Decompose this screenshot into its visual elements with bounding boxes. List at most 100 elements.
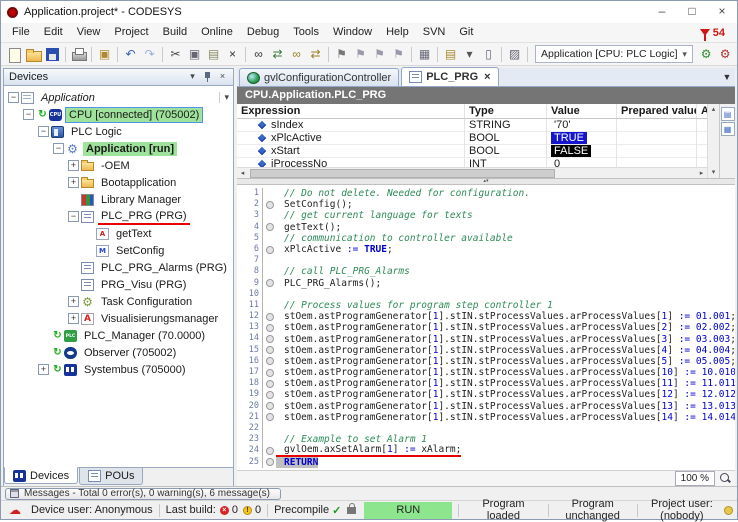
code-line[interactable]: 1// Do not delete. Needed for configurat… [237,188,735,199]
expander-icon[interactable]: − [68,211,79,222]
tree-item[interactable]: ↻PLC_Manager (70.0000) [4,327,233,344]
notification-flag[interactable]: 54 [700,27,733,39]
code-line[interactable]: 10 [237,289,735,300]
code-line[interactable]: 18stOem.astProgramGenerator[1].stIN.stPr… [237,378,735,389]
batch-button[interactable]: ▨ [505,45,524,64]
watch-row[interactable]: xPlcActiveBOOLTRUE [237,132,707,145]
cut-button[interactable]: ✂ [166,45,185,64]
code-text[interactable]: getText(); [276,222,341,233]
scroll-right-icon[interactable]: ▸ [696,168,707,179]
minimize-button[interactable]: – [647,1,677,23]
code-line[interactable]: 5// communication to controller availabl… [237,233,735,244]
menu-edit[interactable]: Edit [37,23,70,42]
code-text[interactable] [276,423,290,434]
tree-item[interactable]: +Task Configuration [4,293,233,310]
bookmark-toggle-button[interactable]: ⚑ [332,45,351,64]
code-line[interactable]: 15stOem.astProgramGenerator[1].stIN.stPr… [237,345,735,356]
breakpoint-marker[interactable] [263,412,276,423]
save-project-button[interactable] [43,45,62,64]
code-text[interactable]: stOem.astProgramGenerator[1].stIN.stProc… [276,367,735,378]
paste-button[interactable]: ▤ [204,45,223,64]
svn-copy-button[interactable]: ▣ [95,45,114,64]
tree-item[interactable]: +Bootapplication [4,174,233,191]
code-line[interactable]: 25RETURN [237,457,735,468]
panel-tab-devices[interactable]: Devices [4,467,78,484]
code-text[interactable]: SetConfig(); [276,199,353,210]
expander-icon[interactable]: − [38,126,49,137]
maximize-button[interactable]: □ [677,1,707,23]
prepared-value-cell[interactable] [617,145,697,158]
code-line[interactable]: 22 [237,423,735,434]
tree-item[interactable]: −Application [run] [4,140,233,157]
expander-icon[interactable]: − [8,92,19,103]
tab-PLC_PRG[interactable]: PLC_PRG× [401,67,498,86]
build-button[interactable]: ▦ [415,45,434,64]
find-button[interactable]: ∞ [249,45,268,64]
code-line[interactable]: 4getText(); [237,222,735,233]
breakpoint-marker[interactable] [263,345,276,356]
breakpoint-marker[interactable] [263,322,276,333]
code-text[interactable]: // call PLC_PRG_Alarms [276,266,410,277]
start-button[interactable]: ▶ [735,45,737,64]
copy-button[interactable]: ▣ [185,45,204,64]
code-text[interactable]: stOem.astProgramGenerator[1].stIN.stProc… [276,345,735,356]
print-button[interactable] [69,45,88,64]
code-text[interactable]: // Process values for program step contr… [276,300,553,311]
breakpoint-marker[interactable] [263,244,276,255]
breakpoint-marker[interactable] [263,445,276,456]
breakpoint-marker[interactable] [263,367,276,378]
bookmark-next-button[interactable]: ⚑ [351,45,370,64]
project-settings-button[interactable]: ▯ [479,45,498,64]
code-line[interactable]: 20stOem.astProgramGenerator[1].stIN.stPr… [237,401,735,412]
code-text[interactable]: stOem.astProgramGenerator[1].stIN.stProc… [276,412,735,423]
code-text[interactable]: stOem.astProgramGenerator[1].stIN.stProc… [276,401,735,412]
code-line[interactable]: 17stOem.astProgramGenerator[1].stIN.stPr… [237,367,735,378]
code-line[interactable]: 11// Process values for program step con… [237,300,735,311]
breakpoint-marker[interactable] [263,389,276,400]
delete-button[interactable]: × [223,45,242,64]
code-line[interactable]: 2SetConfig(); [237,199,735,210]
code-text[interactable]: // Do not delete. Needed for configurati… [276,188,530,199]
code-text[interactable]: stOem.astProgramGenerator[1].stIN.stProc… [276,389,735,400]
code-text[interactable]: stOem.astProgramGenerator[1].stIN.stProc… [276,378,735,389]
expander-icon[interactable]: − [23,109,34,120]
code-line[interactable]: 13stOem.astProgramGenerator[1].stIN.stPr… [237,322,735,333]
watch-row[interactable]: sIndexSTRING'70' [237,119,707,132]
tree-item[interactable]: PRG_Visu (PRG) [4,276,233,293]
code-line[interactable]: 6xPlcActive := TRUE; [237,244,735,255]
expander-icon[interactable]: + [68,177,79,188]
code-text[interactable] [276,289,290,300]
menu-build[interactable]: Build [156,23,194,42]
code-text[interactable]: stOem.astProgramGenerator[1].stIN.stProc… [276,334,735,345]
column-header[interactable]: Value [547,104,617,118]
code-line[interactable]: 12stOem.astProgramGenerator[1].stIN.stPr… [237,311,735,322]
code-text[interactable]: stOem.astProgramGenerator[1].stIN.stProc… [276,311,735,322]
menu-project[interactable]: Project [107,23,155,42]
code-line[interactable]: 24gvlOem.axSetAlarm[1] := xAlarm; [237,445,735,456]
breakpoint-marker[interactable] [263,356,276,367]
expander-icon[interactable]: + [38,364,49,375]
chevron-down-icon[interactable]: ▾ [678,49,692,60]
close-icon[interactable]: × [484,71,490,83]
prepared-value-cell[interactable] [617,119,697,132]
pin-icon[interactable] [200,70,215,84]
breakpoint-marker[interactable] [263,278,276,289]
breakpoint-marker[interactable] [263,311,276,322]
active-application-combo[interactable]: Application [CPU: PLC Logic]▾ [535,45,693,63]
tree-item[interactable]: −↻CPU [connected] (705002) [4,106,233,123]
code-line[interactable]: 7 [237,255,735,266]
code-editor[interactable]: 1// Do not delete. Needed for configurat… [237,185,735,470]
menu-tools[interactable]: Tools [286,23,326,42]
hscroll-track[interactable] [248,168,696,179]
code-text[interactable]: gvlOem.axSetAlarm[1] := xAlarm; [276,444,461,457]
bookmark-clear-button[interactable]: ⚑ [389,45,408,64]
watch-hscrollbar[interactable]: ◂ ▸ [237,167,707,178]
breakpoint-marker[interactable] [263,222,276,233]
column-header[interactable]: Ad [697,104,707,118]
declaration-view-button[interactable]: ▤ [721,107,735,121]
scroll-up-icon[interactable]: ▴ [708,104,719,115]
panel-menu-icon[interactable]: ▾ [185,70,200,84]
code-line[interactable]: 21stOem.astProgramGenerator[1].stIN.stPr… [237,412,735,423]
find-next-button[interactable]: ⇄ [268,45,287,64]
tree-item[interactable]: −PLC Logic [4,123,233,140]
